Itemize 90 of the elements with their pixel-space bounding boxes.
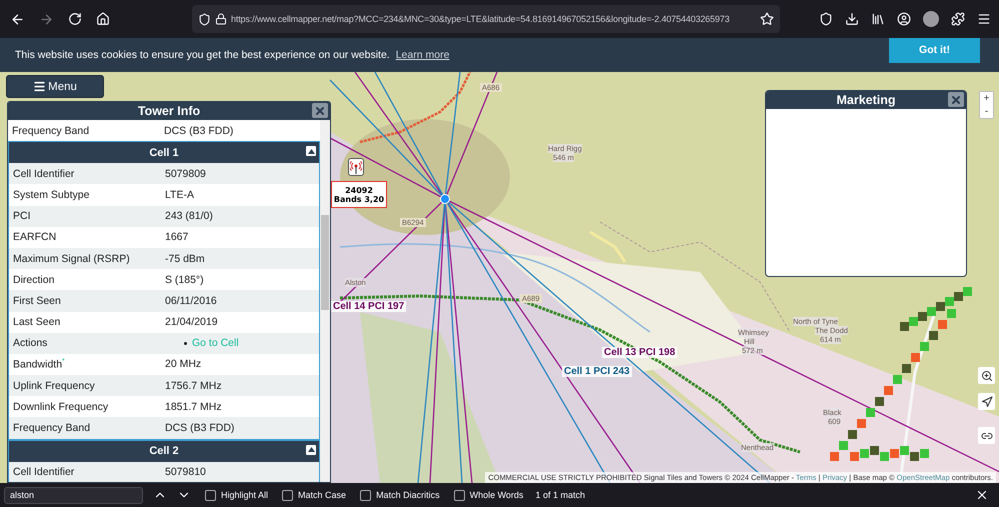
option-label: Highlight All	[221, 490, 268, 500]
tower-label[interactable]: 24092 Bands 3,20	[331, 181, 387, 208]
row-label: EARFCN	[12, 231, 58, 244]
cell-label[interactable]: Cell 13 PCI 198	[602, 347, 678, 358]
find-option[interactable]: Whole Words	[454, 490, 524, 500]
row-label: Last Seen	[12, 316, 62, 328]
account-icon[interactable]	[897, 12, 911, 26]
row-label: Maximum Signal (RSRP)	[12, 252, 131, 265]
row-label: Downlink Frequency	[12, 400, 110, 413]
scrollbar-thumb[interactable]	[321, 215, 329, 310]
row-label: Actions	[12, 337, 48, 350]
row-value: 06/11/2016	[165, 294, 217, 307]
library-icon[interactable]	[871, 12, 885, 26]
cell-title: Cell 2	[149, 445, 179, 458]
reload-icon	[68, 12, 82, 26]
find-input[interactable]: alston	[4, 486, 143, 504]
match-count: 1 of 1 match	[535, 490, 585, 500]
star-icon[interactable]	[760, 12, 774, 26]
menu-icon[interactable]	[977, 12, 991, 26]
extension-avatar[interactable]	[923, 11, 939, 27]
close-icon	[314, 104, 326, 116]
row-value: 243 (81/0)	[165, 210, 213, 222]
home-icon	[96, 12, 110, 26]
row-label: Direction	[12, 274, 56, 286]
find-option[interactable]: Match Diacritics	[360, 490, 440, 500]
address-bar[interactable]: https://www.cellmapper.net/map?MCC=234&MNC=30&type=LTE&latitude=54.816914967052156&longitude=-2.40754403265973	[192, 5, 780, 33]
row-value: 21/04/2019	[165, 316, 218, 328]
option-label: Match Case	[298, 490, 346, 500]
find-option[interactable]: Highlight All	[205, 490, 268, 500]
row-value: DCS (B3 FDD)	[164, 124, 234, 137]
menu-button[interactable]: Menu	[6, 75, 104, 98]
row-label: Uplink Frequency	[12, 380, 96, 392]
option-label: Whole Words	[470, 490, 524, 500]
scrollbar[interactable]	[320, 120, 330, 482]
bullet-icon	[184, 342, 187, 345]
caret-up-icon	[308, 447, 314, 452]
row-value: 20 MHz	[165, 358, 202, 370]
home-button[interactable]	[94, 10, 112, 28]
row-value: 1851.7 MHz	[165, 400, 222, 413]
checkbox[interactable]	[360, 490, 372, 500]
tower-marker[interactable]	[348, 158, 364, 176]
row-label: System Subtype	[12, 188, 90, 201]
row-label: Frequency Band	[12, 422, 92, 434]
row-label: Frequency Band	[11, 124, 90, 137]
row-value: -75 dBm	[165, 252, 205, 265]
row-label: Cell Identifier	[12, 466, 76, 478]
zoom-in-icon	[980, 370, 992, 382]
cookie-text: This website uses cookies to ensure you get the best experience on our website.	[15, 49, 390, 61]
row-value: S (185°)	[165, 274, 204, 286]
close-icon	[950, 94, 962, 106]
shield-icon	[198, 12, 211, 26]
learn-more-link[interactable]: Learn more	[396, 49, 450, 61]
panel-title: Marketing	[836, 93, 896, 107]
menu-icon	[33, 80, 46, 93]
close-icon	[975, 488, 989, 502]
row-label: First Seen	[12, 294, 62, 307]
antenna-icon	[350, 160, 362, 174]
cell-title: Cell 1	[149, 146, 179, 159]
cell-label[interactable]: Cell 1 PCI 243	[562, 366, 632, 377]
checkbox[interactable]	[454, 490, 465, 500]
row-value: 5079809	[165, 168, 206, 180]
checkbox[interactable]	[205, 490, 216, 500]
tower-bands: Bands 3,20	[334, 194, 384, 204]
collapse-toggle[interactable]	[306, 146, 316, 156]
collapse-toggle[interactable]	[306, 444, 316, 455]
url-text[interactable]: https://www.cellmapper.net/map?MCC=234&MNC=30&type=LTE&latitude=54.816914967052156&longitude=-2.40754403265973	[231, 14, 756, 24]
share-link-button[interactable]	[978, 427, 995, 444]
tower-id: 24092	[345, 186, 373, 194]
arrow-right-icon	[39, 12, 54, 26]
row-value: 1756.7 MHz	[165, 380, 222, 392]
row-value: LTE-A	[165, 188, 194, 201]
lock-icon	[215, 13, 227, 25]
row-label: Bandwidth$^{*}$	[12, 358, 66, 371]
row-value: DCS (B3 FDD)	[165, 422, 234, 434]
row-value: 1667	[165, 231, 188, 244]
panel-title: Tower Info	[138, 104, 200, 118]
caret-up-icon	[308, 148, 314, 154]
find-option[interactable]: Match Case	[282, 490, 346, 500]
row-value: 5079810	[165, 466, 206, 478]
puzzle-icon[interactable]	[951, 12, 965, 26]
row-label: Cell Identifier	[12, 168, 76, 180]
locate-button[interactable]	[978, 393, 995, 410]
checkbox[interactable]	[282, 490, 294, 500]
zoom-search-button[interactable]	[978, 367, 995, 384]
download-icon[interactable]	[845, 12, 859, 26]
reload-button[interactable]	[66, 10, 84, 28]
navigation-arrow-icon	[980, 396, 992, 408]
row-label: PCI	[12, 210, 32, 222]
cell-label[interactable]: Cell 14 PCI 197	[331, 301, 406, 312]
option-label: Match Diacritics	[376, 490, 440, 500]
